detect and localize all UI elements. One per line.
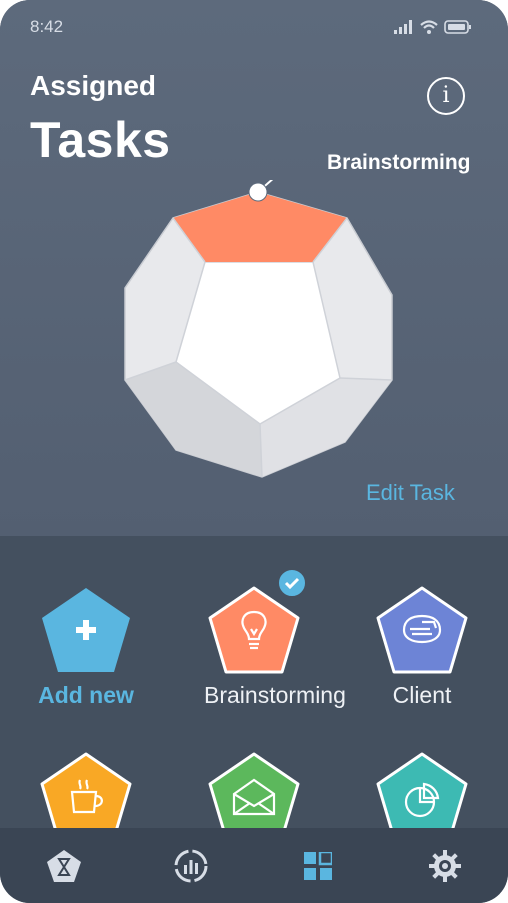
callout-label: Brainstorming (327, 151, 471, 174)
nav-tasks[interactable] (288, 836, 348, 896)
nav-settings[interactable] (415, 836, 475, 896)
checkmark-icon (284, 577, 300, 590)
phone-screen: 8:42 Assigned Tasks i Brainstorming Edit… (0, 0, 508, 903)
add-new-pentagon[interactable] (38, 584, 134, 676)
info-button[interactable]: i (427, 77, 465, 115)
tile-label-client: Client (392, 682, 452, 708)
tile-label-brainstorming: Brainstorming (204, 682, 346, 708)
battery-icon (444, 20, 471, 34)
hourglass-icon (46, 849, 81, 882)
page-title: Tasks (30, 112, 171, 168)
client-pentagon[interactable] (374, 584, 470, 676)
status-time: 8:42 (30, 17, 64, 36)
edit-task-link[interactable]: Edit Task (366, 480, 455, 506)
callout-dot (248, 182, 268, 202)
tile-brainstorming[interactable]: Brainstorming (204, 584, 346, 709)
header-panel: 8:42 Assigned Tasks i Brainstorming Edit… (0, 0, 508, 536)
wifi-icon (420, 20, 438, 34)
signal-icon (394, 20, 412, 34)
gear-icon (428, 849, 461, 882)
selected-check-badge (277, 568, 307, 598)
callout-line (257, 180, 274, 193)
tile-add-new[interactable]: Add new (36, 584, 136, 709)
tile-client[interactable]: Client (372, 584, 472, 709)
task-dodecahedron[interactable] (110, 180, 400, 490)
title-assigned: Assigned (30, 70, 157, 101)
status-icons (394, 20, 472, 34)
tile-label-add-new: Add new (38, 682, 134, 708)
nav-timer[interactable] (34, 836, 94, 896)
bottom-nav (0, 828, 508, 903)
stats-icon (174, 849, 207, 882)
grid-icon (303, 851, 332, 880)
nav-stats[interactable] (161, 836, 221, 896)
